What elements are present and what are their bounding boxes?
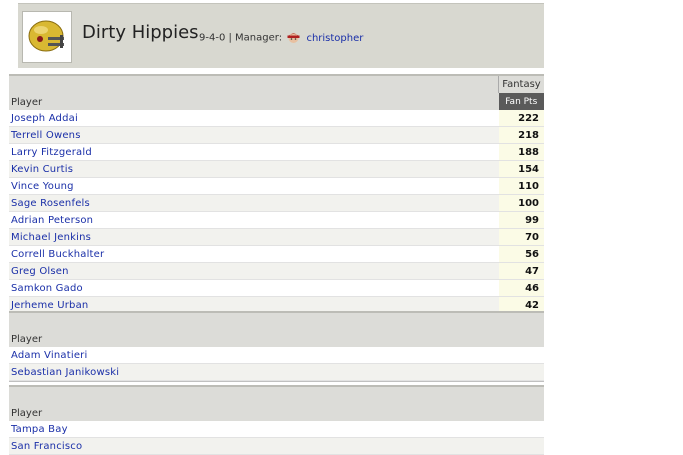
fan-pts-cell: 188 — [498, 143, 544, 161]
team-header: Dirty Hippies 9-4-0 | Manager: christoph… — [18, 3, 544, 68]
player-link[interactable]: Vince Young — [11, 181, 74, 192]
player-column-header: Player — [11, 408, 43, 419]
table-row: Sage Rosenfels 100 — [9, 194, 544, 212]
table-row: Correll Buckhalter 56 — [9, 245, 544, 263]
table-header: Player — [9, 387, 544, 421]
team-name: Dirty Hippies — [82, 22, 199, 43]
team-record: 9-4-0 — [199, 32, 226, 44]
player-link[interactable]: Samkon Gado — [11, 283, 83, 294]
defense-player-list: Tampa Bay San Francisco — [9, 421, 544, 455]
table-row: Vince Young 110 — [9, 177, 544, 195]
player-name-cell: Adam Vinatieri — [9, 347, 544, 364]
player-name-cell: Joseph Addai — [9, 110, 499, 127]
manager-avatar-icon — [286, 31, 301, 45]
table-row: Terrell Owens 218 — [9, 126, 544, 144]
player-name-cell: Sebastian Janikowski — [9, 363, 544, 381]
player-name-cell: Adrian Peterson — [9, 211, 499, 229]
player-link[interactable]: Tampa Bay — [11, 424, 68, 435]
player-link[interactable]: Adrian Peterson — [11, 215, 93, 226]
fan-pts-cell: 56 — [498, 245, 544, 263]
table-row: Sebastian Janikowski — [9, 363, 544, 381]
player-link[interactable]: Greg Olsen — [11, 266, 69, 277]
table-row: Greg Olsen 47 — [9, 262, 544, 280]
defense-roster-table: Player Tampa Bay San Francisco — [9, 385, 544, 455]
player-name-cell: Tampa Bay — [9, 421, 544, 438]
table-row: Kevin Curtis 154 — [9, 160, 544, 178]
manager-link[interactable]: christopher — [306, 33, 363, 44]
fan-pts-cell: 222 — [498, 110, 544, 127]
team-meta: 9-4-0 | Manager: christopher — [199, 31, 363, 45]
fan-pts-cell: 99 — [498, 211, 544, 229]
fantasy-group-header: Fantasy — [498, 76, 544, 93]
table-row: Adrian Peterson 99 — [9, 211, 544, 229]
table-row: Adam Vinatieri — [9, 347, 544, 364]
football-helmet-icon — [28, 20, 64, 52]
player-name-cell: Sage Rosenfels — [9, 194, 499, 212]
table-group-header: Player Fantasy — [9, 76, 544, 110]
table-row: Tampa Bay — [9, 421, 544, 438]
team-logo[interactable] — [22, 11, 72, 63]
fan-pts-cell: 110 — [498, 177, 544, 195]
player-link[interactable]: Jerheme Urban — [11, 300, 88, 311]
table-row: Joseph Addai 222 — [9, 110, 544, 127]
player-link[interactable]: Adam Vinatieri — [11, 350, 87, 361]
player-link[interactable]: Correll Buckhalter — [11, 249, 104, 260]
fan-pts-cell: 100 — [498, 194, 544, 212]
player-link[interactable]: Michael Jenkins — [11, 232, 91, 243]
player-link[interactable]: Sebastian Janikowski — [11, 367, 119, 378]
fan-pts-column-header[interactable]: Fan Pts — [498, 93, 544, 110]
player-name-cell: Samkon Gado — [9, 279, 499, 297]
offense-roster-table: Player Fantasy Fan Pts Joseph Addai 222 Te… — [9, 74, 544, 332]
table-row: Larry Fitzgerald 188 — [9, 143, 544, 161]
player-link[interactable]: Larry Fitzgerald — [11, 147, 92, 158]
fan-pts-cell: 47 — [498, 262, 544, 280]
table-row: Michael Jenkins 70 — [9, 228, 544, 246]
player-link[interactable]: Joseph Addai — [11, 113, 78, 124]
player-name-cell: Greg Olsen — [9, 262, 499, 280]
player-name-cell: Vince Young — [9, 177, 499, 195]
player-name-cell: Michael Jenkins — [9, 228, 499, 246]
table-header: Player — [9, 313, 544, 347]
fan-pts-cell: 218 — [498, 126, 544, 144]
fan-pts-cell: 70 — [498, 228, 544, 246]
kickers-roster-table: Player Adam Vinatieri Sebastian Janikowsk… — [9, 311, 544, 382]
player-name-cell: Correll Buckhalter — [9, 245, 499, 263]
fan-pts-cell: 46 — [498, 279, 544, 297]
table-bottom-rule — [9, 380, 544, 382]
player-name-cell: Terrell Owens — [9, 126, 499, 144]
fan-pts-cell: 154 — [498, 160, 544, 178]
player-column-header: Player — [11, 334, 43, 345]
offense-player-list: Joseph Addai 222 Terrell Owens 218 Larry Fit… — [9, 110, 544, 331]
player-link[interactable]: San Francisco — [11, 441, 82, 452]
player-link[interactable]: Sage Rosenfels — [11, 198, 90, 209]
kickers-player-list: Adam Vinatieri Sebastian Janikowski — [9, 347, 544, 381]
player-link[interactable]: Terrell Owens — [11, 130, 81, 141]
table-row: Samkon Gado 46 — [9, 279, 544, 297]
manager-label: | Manager: — [228, 32, 283, 44]
player-name-cell: Larry Fitzgerald — [9, 143, 499, 161]
player-column-header: Player — [11, 97, 43, 108]
player-link[interactable]: Kevin Curtis — [11, 164, 73, 175]
player-name-cell: Kevin Curtis — [9, 160, 499, 178]
